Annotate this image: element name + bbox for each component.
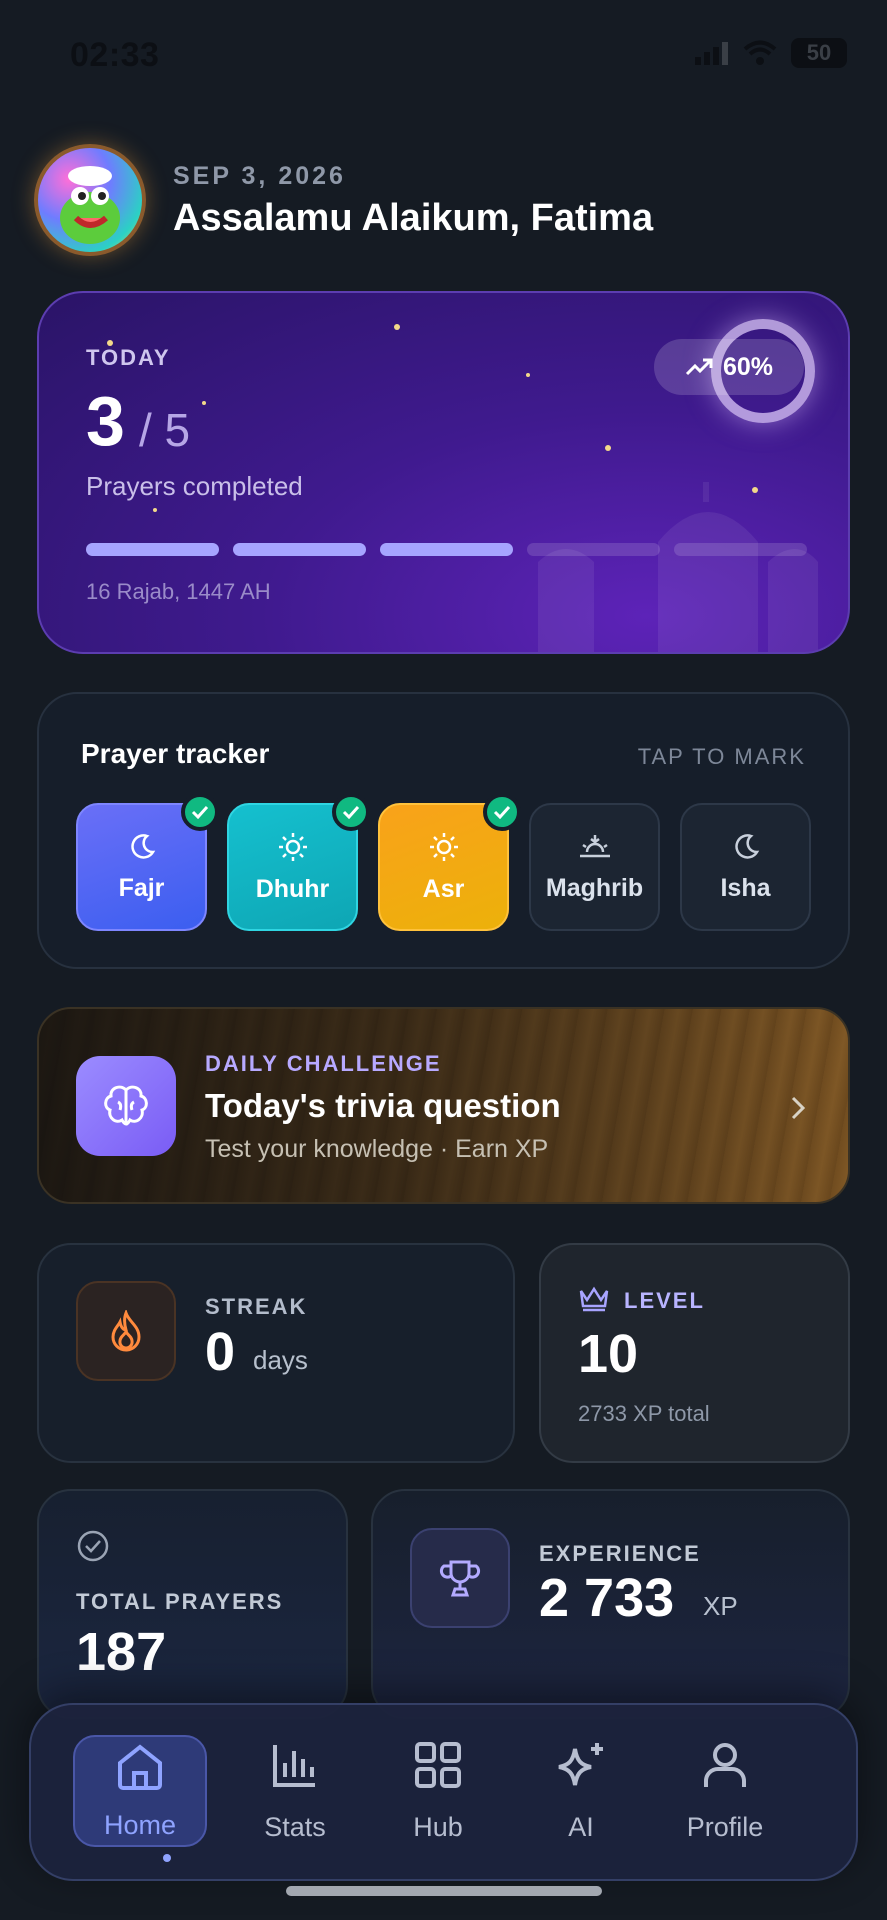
- user-icon: [704, 1743, 746, 1787]
- star-decoration: [202, 401, 206, 405]
- signal-icon: [695, 42, 728, 65]
- nav-label: Home: [103, 1810, 177, 1840]
- brain-icon: [76, 1056, 176, 1156]
- battery-icon: 50: [791, 38, 847, 68]
- streak-label: STREAK: [205, 1294, 308, 1319]
- sparkles-icon: [558, 1743, 603, 1786]
- check-icon: [181, 793, 219, 831]
- check-icon: [483, 793, 521, 831]
- grid-icon: [415, 1742, 461, 1788]
- progress-percent-badge: 60%: [654, 339, 804, 395]
- chevron-right-icon: [790, 1091, 806, 1130]
- greeting: Assalamu Alaikum, Fatima: [173, 197, 654, 239]
- nav-label: Profile: [686, 1812, 764, 1842]
- level-label: LEVEL: [624, 1288, 705, 1313]
- total-prayers-label: TOTAL PRAYERS: [76, 1589, 284, 1614]
- progress-percent-label: 60%: [722, 352, 774, 381]
- experience-label: EXPERIENCE: [539, 1541, 701, 1566]
- bottom-nav: Home Stats Hub AI Profile: [29, 1703, 858, 1881]
- star-decoration: [526, 373, 530, 377]
- nav-profile[interactable]: Profile: [658, 1735, 792, 1847]
- prayer-label: Dhuhr: [255, 874, 330, 903]
- wifi-icon: [743, 40, 777, 65]
- experience-value: 2 733: [539, 1568, 675, 1628]
- star-decoration: [605, 445, 611, 451]
- star-decoration: [394, 324, 400, 330]
- bar-chart-icon: [273, 1745, 315, 1787]
- prayer-fajr[interactable]: Fajr: [76, 793, 219, 931]
- total-prayers-card[interactable]: TOTAL PRAYERS 187: [37, 1489, 348, 1719]
- trend-up-icon: [685, 358, 713, 376]
- level-xp-total: 2733 XP total: [578, 1401, 710, 1426]
- flame-icon: [76, 1281, 176, 1381]
- daily-challenge-card[interactable]: DAILY CHALLENGE Today's trivia question …: [37, 1007, 850, 1204]
- header-date: SEP 3, 2026: [173, 162, 346, 190]
- check-icon: [332, 793, 370, 831]
- prayer-label: Asr: [422, 874, 465, 903]
- prayer-isha[interactable]: Isha: [680, 803, 811, 931]
- total-prayers-value: 187: [76, 1622, 167, 1682]
- nav-label: Stats: [264, 1812, 326, 1842]
- check-circle-icon: [77, 1530, 109, 1562]
- tracker-hint: TAP TO MARK: [637, 744, 806, 769]
- nav-hub[interactable]: Hub: [371, 1735, 505, 1847]
- home-icon: [118, 1744, 162, 1790]
- prayer-label: Fajr: [118, 873, 165, 902]
- moon-icon: [130, 833, 155, 859]
- challenge-kicker: DAILY CHALLENGE: [205, 1051, 442, 1076]
- progress-segment: [527, 543, 660, 556]
- dino-avatar-icon: [60, 166, 120, 244]
- avatar[interactable]: [34, 144, 146, 256]
- progress-segment: [233, 543, 366, 556]
- nav-home[interactable]: Home: [73, 1735, 207, 1847]
- nav-stats[interactable]: Stats: [228, 1735, 362, 1847]
- home-indicator[interactable]: [286, 1886, 602, 1896]
- progress-segment: [380, 543, 513, 556]
- experience-card[interactable]: EXPERIENCE 2 733 XP: [371, 1489, 850, 1719]
- moon-icon: [734, 833, 759, 859]
- completed-count: 3: [86, 382, 125, 460]
- progress-caption: Prayers completed: [86, 471, 303, 501]
- streak-unit: days: [253, 1345, 308, 1375]
- nav-ai[interactable]: AI: [514, 1735, 648, 1847]
- sun-icon: [429, 832, 458, 861]
- prayer-dhuhr[interactable]: Dhuhr: [227, 793, 370, 931]
- mosque-silhouette-icon: [538, 482, 818, 652]
- hijri-date: 16 Rajab, 1447 AH: [86, 579, 271, 604]
- prayer-label: Maghrib: [545, 873, 644, 902]
- nav-label: Hub: [413, 1812, 463, 1842]
- status-icons: 50: [695, 38, 847, 68]
- experience-unit: XP: [703, 1591, 738, 1621]
- level-card[interactable]: LEVEL 10 2733 XP total: [539, 1243, 850, 1463]
- total-count: / 5: [139, 404, 191, 456]
- today-label: TODAY: [86, 345, 171, 370]
- level-value: 10: [578, 1324, 639, 1384]
- trophy-icon: [410, 1528, 510, 1628]
- today-progress-card[interactable]: 60% TODAY 3 / 5 Prayers completed 16 Raj…: [37, 291, 850, 654]
- status-time: 02:33: [70, 36, 160, 74]
- star-decoration: [153, 508, 157, 512]
- prayer-asr[interactable]: Asr: [378, 793, 521, 931]
- tracker-title: Prayer tracker: [81, 738, 270, 769]
- progress-segment: [86, 543, 219, 556]
- prayer-progress-bars: [86, 543, 807, 556]
- sunset-icon: [579, 834, 610, 857]
- active-indicator-dot: [163, 1854, 171, 1862]
- prayer-maghrib[interactable]: Maghrib: [529, 803, 660, 931]
- challenge-subtitle: Test your knowledge · Earn XP: [205, 1135, 549, 1163]
- nav-label: AI: [568, 1812, 594, 1842]
- prayer-label: Isha: [720, 873, 771, 902]
- challenge-title: Today's trivia question: [205, 1087, 561, 1124]
- crown-icon: [579, 1286, 609, 1312]
- streak-value: 0: [205, 1322, 236, 1382]
- sun-icon: [278, 832, 307, 861]
- streak-card[interactable]: STREAK 0 days: [37, 1243, 515, 1463]
- prayer-tracker-card: Prayer tracker TAP TO MARK Fajr Dhuhr As…: [37, 692, 850, 969]
- progress-segment: [674, 543, 807, 556]
